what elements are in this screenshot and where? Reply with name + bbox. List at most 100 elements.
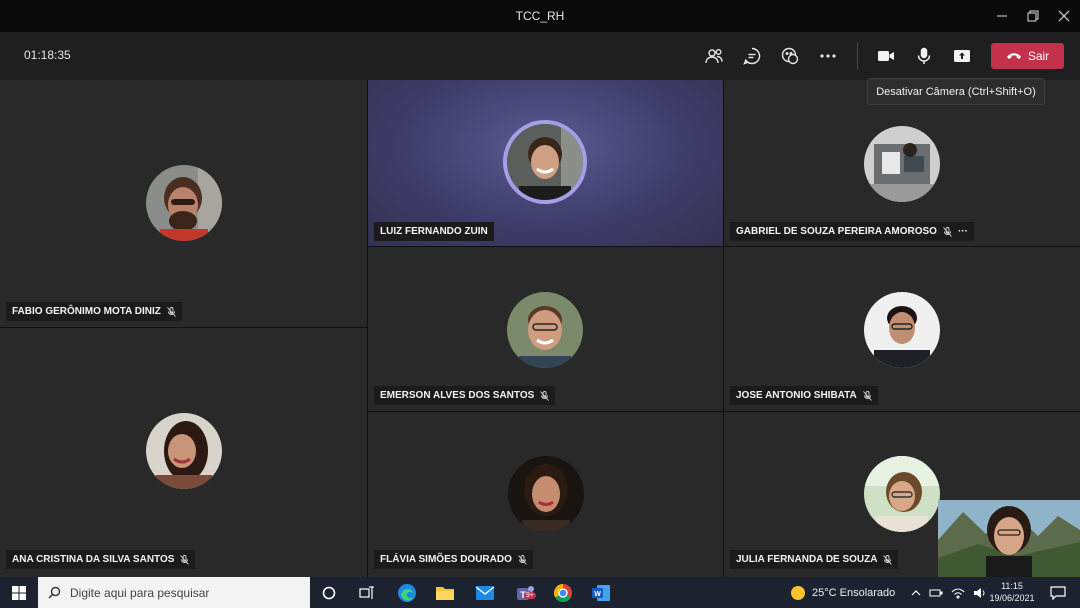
system-tray xyxy=(911,577,987,608)
folder-icon xyxy=(436,587,454,600)
taskbar-clock[interactable]: 11:15 19/06/2021 xyxy=(984,580,1040,604)
teams-badge: 9+ xyxy=(524,592,536,599)
participant-name-tag: LUIZ FERNANDO ZUIN xyxy=(374,222,494,241)
windows-taskbar: Digite aqui para pesquisar T 9+ W 25°C E… xyxy=(0,577,1080,608)
battery-icon[interactable] xyxy=(929,588,943,598)
participant-tile-speaking[interactable]: LUIZ FERNANDO ZUIN xyxy=(368,80,723,246)
avatar xyxy=(864,456,940,532)
clock-date: 19/06/2021 xyxy=(989,593,1035,603)
avatar xyxy=(146,165,222,241)
self-video-preview[interactable] xyxy=(938,500,1080,577)
mic-off-icon xyxy=(862,390,872,401)
svg-text:W: W xyxy=(594,591,601,598)
clock-time: 11:15 xyxy=(1001,581,1023,591)
avatar xyxy=(146,413,222,489)
mic-off-icon xyxy=(883,554,893,565)
share-screen-button[interactable] xyxy=(948,42,976,70)
people-icon xyxy=(705,49,723,64)
participant-name: ANA CRISTINA DA SILVA SANTOS xyxy=(12,554,175,565)
camera-button[interactable] xyxy=(872,42,900,70)
participant-name-tag: EMERSON ALVES DOS SANTOS xyxy=(374,386,556,405)
sun-icon xyxy=(791,585,805,600)
leave-button[interactable]: Sair xyxy=(991,43,1064,69)
windows-logo-icon xyxy=(12,585,26,600)
reactions-icon xyxy=(781,47,799,65)
meeting-timer: 01:18:35 xyxy=(24,48,71,62)
more-actions-button[interactable] xyxy=(814,42,842,70)
participant-name: FLÁVIA SIMÕES DOURADO xyxy=(380,554,512,565)
meeting-toolbar: 01:18:35 Sair xyxy=(0,32,1080,80)
toolbar-divider xyxy=(857,42,858,70)
chat-icon xyxy=(743,47,761,65)
participant-tile[interactable]: JOSE ANTONIO SHIBATA xyxy=(724,247,1080,411)
video-camera-icon xyxy=(878,51,894,61)
camera-tooltip: Desativar Câmera (Ctrl+Shift+O) xyxy=(867,78,1045,105)
participant-name: FABIO GERÔNIMO MOTA DINIZ xyxy=(12,306,161,317)
chat-button[interactable] xyxy=(738,42,766,70)
close-button[interactable] xyxy=(1052,6,1076,26)
participant-name: LUIZ FERNANDO ZUIN xyxy=(380,226,488,237)
hang-up-icon xyxy=(1006,53,1021,59)
title-bar: TCC_RH xyxy=(0,0,1080,32)
participant-name-tag: JULIA FERNANDA DE SOUZA xyxy=(730,550,899,569)
taskbar-search-box[interactable]: Digite aqui para pesquisar xyxy=(38,577,310,608)
microphone-button[interactable] xyxy=(910,42,938,70)
reactions-button[interactable] xyxy=(776,42,804,70)
participant-tile[interactable]: EMERSON ALVES DOS SANTOS xyxy=(368,247,723,411)
microphone-icon xyxy=(917,47,931,64)
mail-button[interactable] xyxy=(473,581,497,605)
participant-name-tag: ANA CRISTINA DA SILVA SANTOS xyxy=(6,550,196,569)
minimize-button[interactable] xyxy=(990,6,1014,26)
close-icon xyxy=(1058,10,1070,22)
file-explorer-button[interactable] xyxy=(433,581,457,605)
avatar xyxy=(864,292,940,368)
participant-tile[interactable]: ANA CRISTINA DA SILVA SANTOS xyxy=(0,328,367,577)
participant-more-options[interactable]: ··· xyxy=(958,226,968,237)
wifi-icon[interactable] xyxy=(951,587,965,599)
edge-button[interactable] xyxy=(395,581,419,605)
minimize-icon xyxy=(997,15,1007,17)
weather-text: 25°C Ensolarado xyxy=(812,586,896,599)
participant-tile[interactable]: FABIO GERÔNIMO MOTA DINIZ xyxy=(0,80,367,327)
avatar xyxy=(507,292,583,368)
mic-off-icon xyxy=(167,306,176,317)
avatar xyxy=(508,456,584,532)
cortana-button[interactable] xyxy=(317,581,341,605)
participants-button[interactable] xyxy=(700,42,728,70)
participant-name: JULIA FERNANDA DE SOUZA xyxy=(736,554,878,565)
notification-icon xyxy=(1050,586,1066,600)
share-tray-icon xyxy=(954,50,970,62)
weather-widget[interactable]: 25°C Ensolarado xyxy=(790,577,895,608)
chevron-up-icon[interactable] xyxy=(911,588,921,598)
mic-off-icon xyxy=(540,390,550,401)
chrome-button[interactable] xyxy=(551,581,575,605)
window-title: TCC_RH xyxy=(515,9,565,23)
edge-icon xyxy=(398,584,416,602)
cortana-icon xyxy=(322,586,336,600)
mic-off-icon xyxy=(943,226,952,237)
notifications-button[interactable] xyxy=(1046,581,1070,605)
participant-name-tag: FLÁVIA SIMÕES DOURADO xyxy=(374,550,533,569)
task-view-button[interactable] xyxy=(355,581,379,605)
participant-name-tag: FABIO GERÔNIMO MOTA DINIZ xyxy=(6,302,182,321)
participant-name: GABRIEL DE SOUZA PEREIRA AMOROSO xyxy=(736,226,937,237)
mic-off-icon xyxy=(180,554,190,565)
start-button[interactable] xyxy=(0,577,38,608)
participant-name-tag: JOSE ANTONIO SHIBATA xyxy=(730,386,878,405)
avatar xyxy=(864,126,940,202)
participant-name: JOSE ANTONIO SHIBATA xyxy=(736,390,857,401)
restore-button[interactable] xyxy=(1021,6,1045,26)
search-placeholder: Digite aqui para pesquisar xyxy=(70,585,210,600)
avatar xyxy=(507,124,583,200)
teams-meeting-window: TCC_RH 01:18:35 Sair Desativar Câmera (C… xyxy=(0,0,1080,608)
task-view-icon xyxy=(359,586,374,599)
more-icon xyxy=(820,54,836,58)
mail-icon xyxy=(475,586,495,600)
word-button[interactable]: W xyxy=(589,581,613,605)
teams-button[interactable]: T 9+ xyxy=(510,581,542,605)
participant-tile[interactable]: FLÁVIA SIMÕES DOURADO xyxy=(368,412,723,577)
leave-label: Sair xyxy=(1027,49,1050,63)
word-icon: W xyxy=(592,585,610,601)
participant-name-tag: GABRIEL DE SOUZA PEREIRA AMOROSO ··· xyxy=(730,222,974,241)
search-icon xyxy=(48,586,61,599)
